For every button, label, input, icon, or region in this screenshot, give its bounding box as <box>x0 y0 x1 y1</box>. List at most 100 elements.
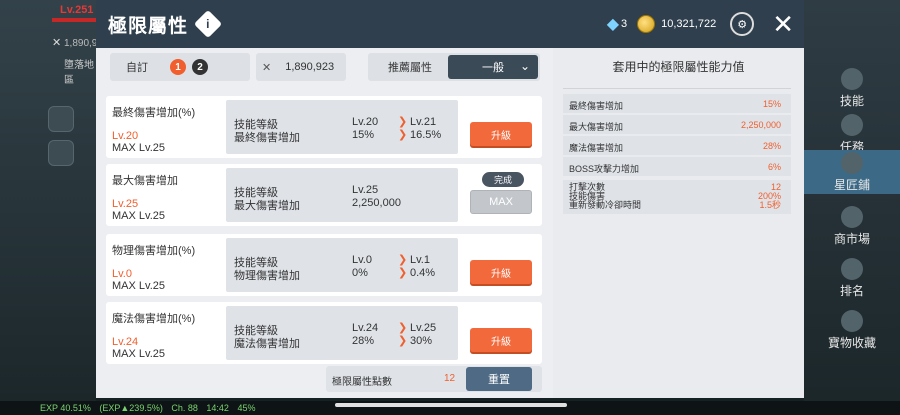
menu-treasure[interactable]: 寶物收藏 <box>804 310 900 351</box>
summary-key: 魔法傷害增加 <box>569 143 624 153</box>
attribute-level: Lv.20 <box>112 130 139 142</box>
summary-pane: 套用中的極限屬性能力值 最終傷害增加 15% 最大傷害增加 2,250,000 … <box>553 48 804 398</box>
attribute-card: 魔法傷害增加(%) Lv.24 MAX Lv.25 技能等級 魔法傷害增加 Lv… <box>106 302 542 364</box>
menu-label: 星匠鋪 <box>833 178 870 192</box>
limit-attribute-dialog: 極限屬性 i ◆ 3 10,321,722 ⚙ ✕ 自訂 1 2 ✕ 1,890… <box>96 0 804 398</box>
stat-label: 物理傷害增加 <box>234 270 300 282</box>
summary-value: 6% <box>767 162 781 172</box>
summary-key: BOSS攻擊力增加 <box>569 164 640 174</box>
reset-button[interactable]: 重置 <box>466 367 532 391</box>
preset-2-button[interactable]: 2 <box>192 59 208 75</box>
menu-skill[interactable]: 技能 <box>804 68 900 109</box>
next-value: Lv.21 <box>410 116 437 128</box>
current-value: 0% <box>352 267 368 279</box>
menu-market[interactable]: 商市場 <box>804 206 900 247</box>
summary-key: 最大傷害增加 <box>569 122 624 132</box>
menu-ranking[interactable]: 排名 <box>804 258 900 299</box>
attribute-level: Lv.24 <box>112 336 139 348</box>
current-value: 28% <box>352 335 375 347</box>
next-value: 16.5% <box>410 129 442 141</box>
swords-icon: ✕ <box>52 37 62 49</box>
diamond-icon: ◆ <box>606 16 620 33</box>
gem-count: 3 <box>621 18 628 30</box>
treasure-icon <box>841 310 863 332</box>
points-value: 12 <box>444 373 456 384</box>
settings-icon[interactable]: ⚙ <box>730 12 755 36</box>
recommend-box: 推薦屬性 一般 ⌄ <box>368 53 540 81</box>
attribute-name: 魔法傷害增加(%) <box>112 313 196 325</box>
menu-label: 寶物收藏 <box>827 336 876 350</box>
attribute-card: 最終傷害增加(%) Lv.20 MAX Lv.25 技能等級 最終傷害增加 Lv… <box>106 96 542 158</box>
current-value: Lv.0 <box>352 254 372 266</box>
cost-value: 1,890,923 <box>285 61 335 73</box>
summary-row: 最大傷害增加 2,250,000 <box>563 115 791 134</box>
quick-slot-1[interactable] <box>48 106 74 132</box>
upgrade-button[interactable]: 升級 <box>470 122 532 146</box>
hp-bar <box>52 18 96 22</box>
next-value: Lv.25 <box>410 322 437 334</box>
info-icon[interactable]: i <box>193 9 223 39</box>
summary-value: 1.5秒 <box>759 200 781 210</box>
points-footer: 極限屬性點數 12 重置 <box>326 366 542 392</box>
summary-key: 最終傷害增加 <box>569 101 624 111</box>
upgrade-button[interactable]: 升級 <box>470 260 532 284</box>
trophy-icon <box>841 258 863 280</box>
stat-label: 最終傷害增加 <box>234 132 300 144</box>
attribute-name: 物理傷害增加(%) <box>112 245 196 257</box>
attribute-name: 最大傷害增加 <box>112 175 178 187</box>
coin-count: 10,321,722 <box>661 18 717 30</box>
stat-panel: 技能等級 魔法傷害增加 Lv.24 28% ❯ ❯ Lv.25 30% <box>226 306 458 360</box>
summary-row: 最終傷害增加 15% <box>563 94 791 113</box>
combat-power: 1,890,9 <box>64 38 98 49</box>
next-value: Lv.1 <box>410 254 430 266</box>
close-button[interactable]: ✕ <box>772 11 794 37</box>
recommend-value: 一般 <box>482 62 504 74</box>
dialog-title: 極限屬性 <box>108 15 189 37</box>
arrow-right-icon: ❯ <box>398 129 408 141</box>
preset-1-button[interactable]: 1 <box>170 59 186 75</box>
clock: 14:42 <box>206 403 229 413</box>
next-value: 30% <box>410 335 433 347</box>
summary-value: 2,250,000 <box>740 120 781 130</box>
menu-label: 排名 <box>839 284 864 298</box>
player-level: Lv.251 <box>60 4 94 16</box>
max-button[interactable]: MAX <box>470 190 532 214</box>
arrow-right-icon: ❯ <box>398 254 408 266</box>
summary-title: 套用中的極限屬性能力值 <box>612 60 745 74</box>
current-value: Lv.24 <box>352 322 379 334</box>
attribute-level: Lv.25 <box>112 198 139 210</box>
attribute-card: 最大傷害增加 Lv.25 MAX Lv.25 技能等級 最大傷害增加 Lv.25… <box>106 164 542 226</box>
current-value: 15% <box>352 129 375 141</box>
attribute-max: MAX Lv.25 <box>112 210 165 222</box>
menu-star-shop[interactable]: 星匠鋪 <box>804 150 900 194</box>
attribute-max: MAX Lv.25 <box>112 142 165 154</box>
map-name: 墮落地區 <box>64 60 94 86</box>
arrow-right-icon: ❯ <box>398 267 408 279</box>
recommend-dropdown[interactable]: 一般 ⌄ <box>448 55 538 79</box>
stat-panel: 技能等級 最終傷害增加 Lv.20 15% ❯ ❯ Lv.21 16.5% <box>226 100 458 154</box>
home-indicator[interactable] <box>335 403 567 407</box>
quest-icon <box>841 114 863 136</box>
exp-bonus: (EXP▲239.5%) <box>99 403 163 413</box>
summary-value: 15% <box>762 99 781 109</box>
arrow-right-icon: ❯ <box>398 322 408 334</box>
summary-row: BOSS攻擊力增加 6% <box>563 157 791 176</box>
coin-icon <box>637 15 656 33</box>
arrow-right-icon: ❯ <box>398 335 408 347</box>
upgrade-button[interactable]: 升級 <box>470 328 532 352</box>
cost-icon: ✕ <box>262 61 272 74</box>
preset-label: 自訂 <box>126 62 148 74</box>
summary-row: 魔法傷害增加 28% <box>563 136 791 155</box>
complete-badge: 完成 <box>482 172 524 187</box>
stat-label: 魔法傷害增加 <box>234 338 300 350</box>
quick-slot-2[interactable] <box>48 140 74 166</box>
stat-panel: 技能等級 最大傷害增加 Lv.25 2,250,000 <box>226 168 458 222</box>
menu-quest[interactable]: 任務 <box>804 114 900 155</box>
current-value: Lv.20 <box>352 116 379 128</box>
attribute-max: MAX Lv.25 <box>112 348 165 360</box>
attribute-level: Lv.0 <box>112 268 132 280</box>
anvil-icon <box>841 152 863 174</box>
chevron-down-icon: ⌄ <box>519 59 530 73</box>
current-value: 2,250,000 <box>352 197 401 209</box>
game-left-panel: Lv.251 ✕ 1,890,9 墮落地區 <box>0 0 98 415</box>
